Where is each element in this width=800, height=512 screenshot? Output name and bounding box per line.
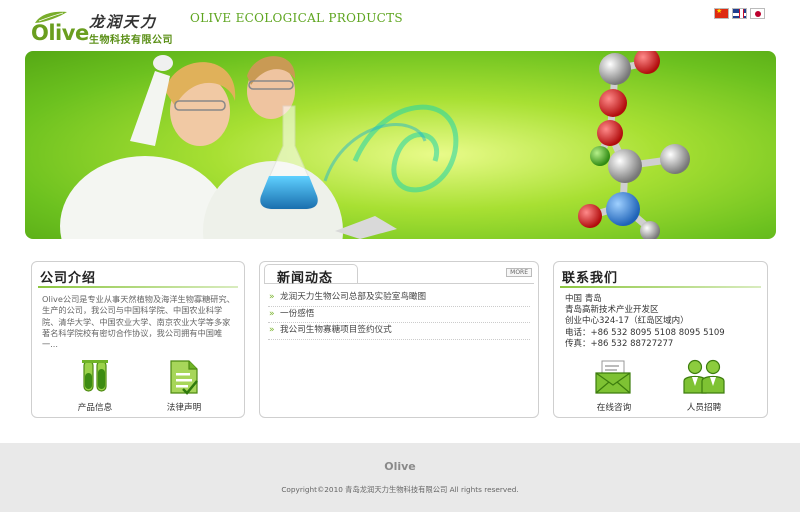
contact-panel: 联系我们 中国 青岛 青岛高新技术产业开发区 创业中心324-17（红岛区域内）… [553,261,768,418]
about-text: Olive公司是专业从事天然植物及海洋生物寡糖研究、生产的公司，我公司与中国科学… [42,294,235,350]
contact-title: 联系我们 [562,271,619,286]
test-tubes-icon [82,360,108,392]
product-info-label: 产品信息 [77,403,113,413]
recruitment-link[interactable]: 人员招聘 [674,359,734,413]
china-flag-icon[interactable] [714,8,729,19]
divider [38,286,238,288]
japan-flag-icon[interactable] [750,8,765,19]
footer-logo: Olive [0,460,800,473]
logo-chinese-name: 龙润天力 [89,13,158,31]
contact-zone: 青岛高新技术产业开发区 [565,305,659,316]
news-item[interactable]: 龙润天力生物公司总部及实验室鸟瞰图 [268,290,530,307]
about-panel: 公司介绍 Olive公司是专业从事天然植物及海洋生物寡糖研究、生产的公司，我公司… [31,261,245,418]
news-title: 新闻动态 [277,271,334,286]
about-title: 公司介绍 [40,271,97,286]
language-switcher [714,8,765,19]
uk-flag-icon[interactable] [732,8,747,19]
contact-city: 中国 青岛 [565,294,602,304]
online-consult-link[interactable]: 在线咨询 [584,359,644,413]
news-item[interactable]: 一份感悟 [268,307,530,323]
contact-phone: 电话：+86 532 8095 5108 8095 5109 [565,327,725,338]
site-footer: Olive Copyright©2010 青岛龙润天力生物科技有限公司 All … [0,443,800,512]
document-icon [170,360,198,395]
legal-notice-link[interactable]: 法律声明 [154,359,214,413]
news-item[interactable]: 我公司生物寡糖项目签约仪式 [268,323,530,340]
hero-illustration [60,51,690,239]
news-panel: 新闻动态 MORE 龙润天力生物公司总部及实验室鸟瞰图 一份感悟 我公司生物寡糖… [259,261,539,418]
recruitment-label: 人员招聘 [686,403,722,413]
news-list: 龙润天力生物公司总部及实验室鸟瞰图 一份感悟 我公司生物寡糖项目签约仪式 [268,290,530,340]
site-logo[interactable]: Olive 龙润天力 生物科技有限公司 [27,7,187,47]
contact-address: 创业中心324-17（红岛区域内） [565,316,689,327]
site-header: Olive 龙润天力 生物科技有限公司 OLIVE ECOLOGICAL PRO… [0,0,800,48]
logo-wordmark: Olive [31,21,89,45]
contact-fax: 传真：+86 532 88727277 [565,338,674,349]
contact-info: 中国 青岛 青岛高新技术产业开发区 创业中心324-17（红岛区域内） 电话：+… [565,294,725,350]
legal-notice-label: 法律声明 [166,403,202,413]
copyright-text: Copyright©2010 青岛龙润天力生物科技有限公司 All rights… [281,485,519,494]
people-icon [683,359,725,394]
product-info-link[interactable]: 产品信息 [65,359,125,413]
footer-logo-text: Olive [384,460,416,473]
online-consult-label: 在线咨询 [596,403,632,413]
more-button[interactable]: MORE [506,268,532,277]
envelope-icon [595,360,631,394]
divider [560,286,761,288]
hero-banner [25,51,776,239]
tagline: OLIVE ECOLOGICAL PRODUCTS [190,11,403,25]
logo-company-type: 生物科技有限公司 [89,35,173,46]
